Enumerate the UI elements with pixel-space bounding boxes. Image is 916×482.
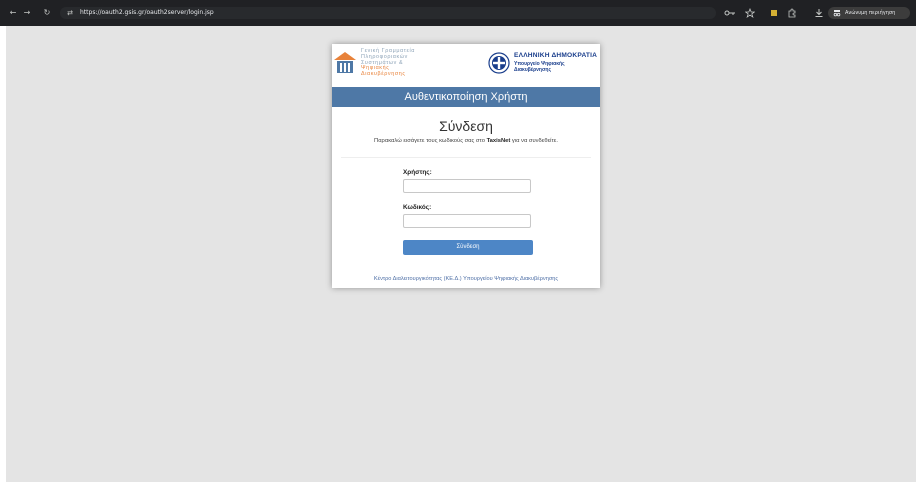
forward-arrow-icon[interactable]: → <box>22 8 32 18</box>
address-url[interactable]: https://oauth2.gsis.gr/oauth2server/logi… <box>80 9 214 17</box>
instruction-text: Παρακαλώ εισάγετε τους κωδικούς σας στο <box>374 138 487 144</box>
key-icon[interactable] <box>724 8 736 18</box>
site-info-icon[interactable]: ⇄ <box>66 9 74 17</box>
taxisnet-name: TaxisNet <box>486 138 511 144</box>
page-title: Σύνδεση <box>439 118 493 134</box>
password-field[interactable] <box>403 214 531 228</box>
username-label: Χρήστης: <box>403 169 432 176</box>
extension-icon[interactable] <box>770 8 778 18</box>
login-button[interactable]: Σύνδεση <box>403 240 533 255</box>
interoperability-center-link[interactable]: Κέντρο Διαλειτουργικότητας (ΚΕ.Δ.) Υπουρ… <box>332 276 600 282</box>
puzzle-icon[interactable] <box>787 8 797 18</box>
gov-title: ΕΛΛΗΝΙΚΗ ΔΗΜΟΚΡΑΤΙΑ <box>514 52 598 59</box>
incognito-icon <box>833 9 841 17</box>
reload-icon[interactable]: ↻ <box>42 8 52 18</box>
auth-banner: Αυθεντικοποίηση Χρήστη <box>332 87 600 107</box>
star-icon[interactable] <box>744 7 756 18</box>
login-instructions: Παρακαλώ εισάγετε τους κωδικούς σας στο … <box>332 138 600 144</box>
gsis-logo-icon <box>334 50 356 74</box>
username-field[interactable] <box>403 179 531 193</box>
instruction-text-end: για να συνδεθείτε. <box>510 138 558 144</box>
divider <box>341 157 591 158</box>
incognito-label: Ανώνυμη περιήγηση <box>845 10 896 16</box>
password-label: Κωδικός: <box>403 204 432 211</box>
ministry-line-2: Διακυβέρνησης <box>514 67 552 73</box>
download-icon[interactable] <box>814 8 824 18</box>
browser-toolbar: ← → ↻ ⇄ https://oauth2.gsis.gr/oauth2ser… <box>0 0 916 26</box>
hellenic-emblem-icon <box>487 52 511 74</box>
gsis-logo-text: Γενική Γραμματεία Πληροφοριακών Συστημάτ… <box>361 48 431 78</box>
gsis-logo-line: Ψηφιακής Διακυβέρνησης <box>361 65 406 78</box>
back-arrow-icon[interactable]: ← <box>8 8 18 18</box>
